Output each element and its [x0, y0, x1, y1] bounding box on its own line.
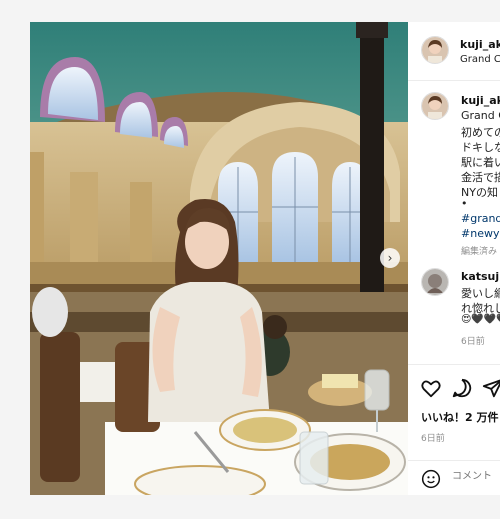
comment-line: 愛いし網	[461, 287, 500, 300]
caption-line: ドキしな	[461, 141, 500, 154]
hashtag-link[interactable]: #grande	[461, 212, 500, 225]
post-photo[interactable]: ›	[30, 22, 408, 495]
share-button[interactable]	[482, 377, 500, 399]
share-icon	[482, 379, 500, 398]
caption-line: Grand C	[461, 109, 500, 122]
caption-line: •	[461, 197, 468, 210]
edited-label: 編集済み	[461, 247, 498, 257]
comment-input[interactable]	[452, 471, 500, 482]
commenter-username[interactable]: katsujii	[461, 270, 500, 283]
caption-avatar[interactable]	[421, 92, 449, 120]
chevron-right-icon: ›	[387, 251, 393, 265]
caption-username[interactable]: kuji_ak	[461, 94, 500, 107]
avatar[interactable]	[421, 36, 449, 64]
caption-line: 初めての	[461, 126, 500, 139]
like-button[interactable]	[420, 377, 442, 399]
next-photo-button[interactable]: ›	[380, 248, 400, 268]
emoji-icon	[421, 469, 441, 489]
post-actions: いいね！2 万件 6日前	[408, 364, 500, 463]
heart-icon	[421, 380, 441, 398]
post-header: kuji_aki Grand Ce	[408, 22, 500, 81]
comment-icon	[452, 378, 472, 398]
post-sidebar: kuji_aki Grand Ce kuji_ak Grand C 初めての ド…	[408, 22, 500, 495]
caption-line: 金活で描	[461, 171, 500, 184]
photo-scene	[30, 22, 408, 495]
comment-button[interactable]	[451, 377, 473, 399]
emoji-button[interactable]	[421, 469, 441, 489]
likes-count[interactable]: いいね！2 万件	[421, 409, 498, 425]
post-location[interactable]: Grand Ce	[460, 54, 500, 65]
post-username[interactable]: kuji_aki	[460, 38, 500, 51]
post-date: 6日前	[421, 434, 445, 444]
hashtag-link[interactable]: #newyo	[461, 227, 500, 240]
caption-line: 駅に着い	[461, 156, 500, 169]
comment-time: 6日前	[461, 337, 485, 347]
comment-composer	[408, 460, 500, 495]
post-card: › kuji_aki Grand Ce kuji_ak Grand C 初めての…	[30, 22, 500, 495]
commenter-avatar[interactable]	[421, 268, 449, 296]
comment-emoji-line: 😍🖤🖤🖤	[461, 314, 500, 325]
